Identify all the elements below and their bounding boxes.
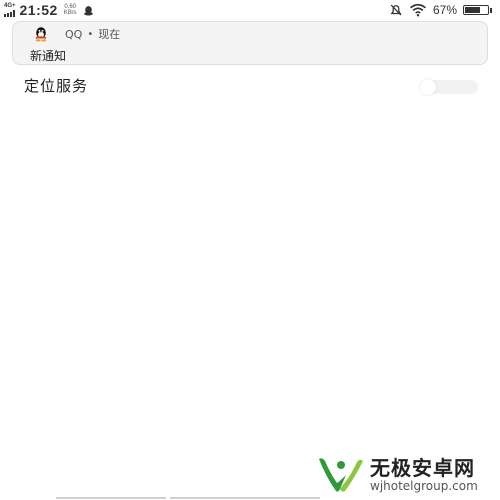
qq-notification-card[interactable]: QQ • 现在 新通知 [12, 21, 488, 65]
watermark-title: 无极安卓网 [370, 456, 475, 480]
wifi-icon [409, 3, 426, 17]
notification-header: QQ • 现在 [33, 26, 120, 42]
alarm-off-icon [390, 4, 402, 16]
battery-icon [463, 5, 492, 15]
notification-app-name: QQ [65, 27, 83, 41]
network-type-label: 4G+ [4, 3, 16, 9]
battery-percent: 67% [432, 3, 457, 17]
site-watermark: 无极安卓网 wjhotelgroup.com [316, 455, 478, 495]
network-speed-unit: KB/s [63, 10, 77, 16]
status-time: 21:52 [19, 2, 58, 18]
status-bar: 4G+ 21:52 0.60 KB/s 67% [0, 0, 500, 20]
network-indicator: 4G+ [4, 3, 16, 17]
nav-hint-left [56, 497, 166, 499]
watermark-url: wjhotelgroup.com [370, 479, 478, 493]
network-speed: 0.60 KB/s [64, 4, 77, 16]
notification-time: 现在 [98, 28, 121, 41]
battery-level-fill [465, 7, 480, 13]
nav-hint-center [170, 497, 320, 499]
signal-icon [4, 10, 15, 17]
status-bar-left: 4G+ 21:52 0.60 KB/s [4, 1, 94, 19]
w-logo-icon [319, 458, 363, 492]
location-service-row[interactable]: 定位服务 [0, 72, 500, 98]
location-service-label: 定位服务 [24, 77, 89, 95]
notification-separator: • [87, 28, 94, 40]
qq-penguin-icon [35, 27, 47, 42]
qq-icon [83, 5, 93, 15]
notification-body: 新通知 [30, 49, 67, 63]
status-bar-right: 67% [389, 2, 492, 18]
location-service-toggle[interactable] [420, 79, 478, 95]
phone-screen: 4G+ 21:52 0.60 KB/s 67% QQ • 现在 新通知 定位服务… [0, 0, 500, 500]
toggle-knob [420, 79, 436, 95]
watermark-text: 无极安卓网 wjhotelgroup.com [370, 457, 478, 493]
